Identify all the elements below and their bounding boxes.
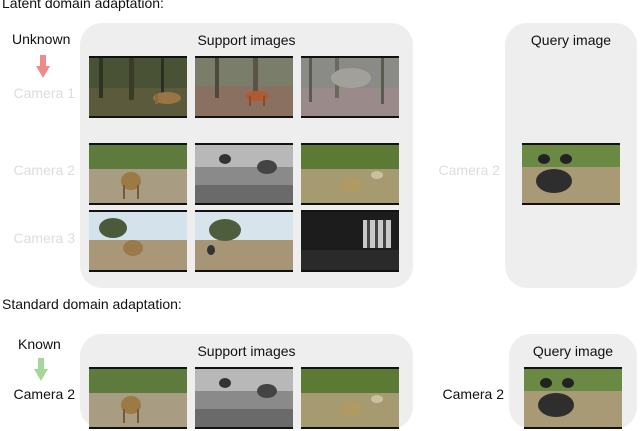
standard-query-image [524, 367, 622, 429]
support-image-cam1-2 [195, 56, 293, 118]
standard-support-panel: Support images [80, 334, 413, 429]
known-arrow-icon [34, 358, 48, 381]
support-image-cam3-3 [301, 210, 399, 272]
standard-support-image-2 [195, 367, 293, 429]
standard-heading: Standard domain adaptation: [2, 296, 182, 312]
support-image-cam1-3 [301, 56, 399, 118]
known-label: Known [18, 336, 61, 352]
standard-query-camera-label: Camera 2 [442, 386, 504, 402]
standard-support-image-1 [89, 367, 187, 429]
support-image-cam2-2 [195, 143, 293, 205]
unknown-arrow-icon [36, 55, 50, 78]
latent-camera-3-label: Camera 3 [13, 230, 75, 246]
standard-camera-label: Camera 2 [13, 386, 75, 402]
support-image-cam3-2 [195, 210, 293, 272]
unknown-label: Unknown [12, 31, 71, 47]
latent-support-panel: Support images [80, 23, 413, 288]
standard-query-panel: Query image [509, 334, 637, 429]
standard-support-title: Support images [197, 343, 296, 359]
latent-heading: Latent domain adaptation: [2, 0, 164, 11]
latent-query-panel: Query image [505, 23, 637, 288]
support-image-cam2-3 [301, 143, 399, 205]
latent-query-title: Query image [530, 32, 612, 48]
standard-query-title: Query image [532, 343, 614, 359]
latent-camera-1-label: Camera 1 [13, 85, 75, 101]
standard-support-image-3 [301, 367, 399, 429]
support-image-cam3-1 [89, 210, 187, 272]
support-image-cam2-1 [89, 143, 187, 205]
latent-query-camera-label: Camera 2 [438, 162, 500, 178]
support-image-cam1-1 [89, 56, 187, 118]
latent-query-image [522, 143, 620, 205]
latent-support-title: Support images [197, 32, 296, 48]
latent-camera-2-label: Camera 2 [13, 162, 75, 178]
